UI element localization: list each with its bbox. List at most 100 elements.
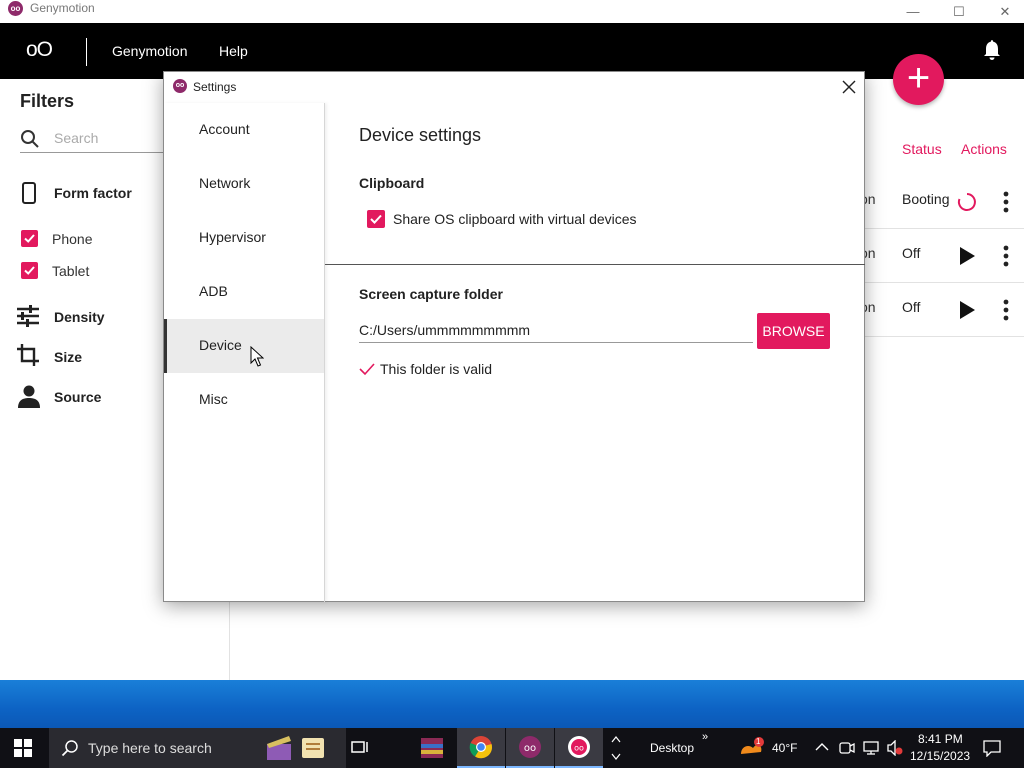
nav-label: Misc [199,391,228,407]
phone-label: Phone [52,231,93,247]
scroll-arrows-icon [611,736,621,760]
genymotion-icon: oo [519,736,541,758]
svg-text:oo: oo [574,744,584,753]
nav-device[interactable]: Device [164,319,324,373]
meet-now-icon[interactable] [838,740,856,756]
device-settings-heading: Device settings [359,125,482,145]
taskbar-winrar[interactable] [408,728,456,768]
form-factor-heading[interactable]: Form factor [54,185,132,201]
add-device-button[interactable]: + [893,54,944,105]
check-icon [370,214,382,224]
crop-size-icon [17,344,39,366]
network-icon[interactable] [862,740,880,756]
clapperboard-icon [267,736,291,760]
nav-misc[interactable]: Misc [164,373,324,427]
play-icon[interactable] [956,299,978,321]
taskbar-search-placeholder: Type here to search [88,740,212,756]
settings-dialog: oo Settings Account Network Hypervisor A… [163,71,865,602]
phone-checkbox[interactable] [21,230,38,247]
person-source-icon [18,385,40,408]
nav-label: Hypervisor [199,229,266,245]
taskbar-genymotion[interactable]: oo [506,728,554,768]
section-divider [325,264,865,265]
folder-valid-message: This folder is valid [380,361,493,377]
spinner-icon [957,193,976,211]
app-logo: oO [26,38,53,61]
source-filter[interactable]: Source [54,389,101,405]
nav-label: Device [199,337,242,353]
play-icon[interactable] [956,245,978,267]
task-view-icon [351,741,368,753]
density-filter[interactable]: Density [54,309,105,325]
search-icon [21,130,39,148]
device-row[interactable]: on Off [860,229,1024,283]
close-icon[interactable] [838,76,860,98]
volume-muted-icon[interactable] [886,740,904,756]
weather-temperature[interactable]: 40°F [772,741,797,755]
tablet-checkbox[interactable] [21,262,38,279]
header-divider [86,38,87,66]
window-title: Genymotion [30,1,95,15]
minimize-button[interactable]: — [890,0,936,23]
more-options-icon[interactable] [998,191,1014,213]
search-placeholder: Search [54,130,99,146]
close-window-button[interactable]: ✕ [982,0,1024,23]
menu-genymotion[interactable]: Genymotion [112,43,187,59]
share-clipboard-label: Share OS clipboard with virtual devices [393,211,637,227]
device-status: Booting [902,191,950,207]
desktop-toolbar-label[interactable]: Desktop [650,741,694,755]
status-column-header[interactable]: Status [902,141,942,157]
clock-date[interactable]: 12/15/2023 [910,749,970,763]
svg-text:oo: oo [524,743,536,754]
mouse-cursor-icon [250,346,264,367]
taskbar-chrome[interactable] [457,728,505,768]
nav-label: Network [199,175,251,191]
weather-icon[interactable] [739,736,765,760]
device-status: Off [902,245,921,261]
taskbar-genymotion-player[interactable]: oo [555,728,603,768]
device-settings-panel: Device settings Clipboard Share OS clipb… [325,103,865,602]
menu-help[interactable]: Help [219,43,248,59]
nav-account[interactable]: Account [164,103,324,157]
windows-start-icon[interactable] [14,739,32,757]
more-options-icon[interactable] [998,299,1014,321]
size-filter[interactable]: Size [54,349,82,365]
genymotion-logo-icon: oo [8,1,23,16]
notes-app-icon [302,738,324,758]
browse-button[interactable]: BROWSE [757,313,830,349]
dialog-title: Settings [193,80,237,94]
device-row[interactable]: on Booting [860,175,1024,229]
nav-network[interactable]: Network [164,157,324,211]
maximize-button[interactable]: ☐ [936,0,982,23]
windows-taskbar: Type here to search oo oo Desktop » 1 40… [0,728,1024,768]
clock-time[interactable]: 8:41 PM [918,732,963,746]
chevron-up-icon[interactable] [815,741,829,753]
window-titlebar: oo Genymotion — ☐ ✕ [0,0,1024,23]
genymotion-player-icon: oo [568,736,590,758]
genymotion-logo-icon: oo [173,79,187,93]
actions-column-header: Actions [961,141,1007,157]
nav-hypervisor[interactable]: Hypervisor [164,211,324,265]
taskbar-scroll[interactable] [606,728,626,768]
toolbar-expand-icon[interactable]: » [702,731,708,743]
task-view-button[interactable] [336,728,384,768]
check-icon [24,266,35,275]
device-row[interactable]: on Off [860,283,1024,337]
settings-nav: Account Network Hypervisor ADB Device Mi… [164,103,325,602]
capture-folder-input[interactable]: C:/Users/ummmmmmmmm [359,319,753,343]
taskbar-search-box[interactable]: Type here to search [49,728,346,768]
share-clipboard-checkbox[interactable] [367,210,385,228]
checkmark-valid-icon [359,363,375,376]
device-status: Off [902,299,921,315]
more-options-icon[interactable] [998,245,1014,267]
chrome-icon [469,736,493,759]
nav-adb[interactable]: ADB [164,265,324,319]
phone-icon [22,182,36,204]
filters-title: Filters [20,91,75,111]
bell-icon[interactable] [982,39,1002,61]
clipboard-heading: Clipboard [359,175,425,191]
notifications-icon[interactable] [982,739,1002,757]
density-sliders-icon [17,305,39,327]
tablet-label: Tablet [52,263,90,279]
filter-search-input[interactable]: Search [20,127,170,153]
